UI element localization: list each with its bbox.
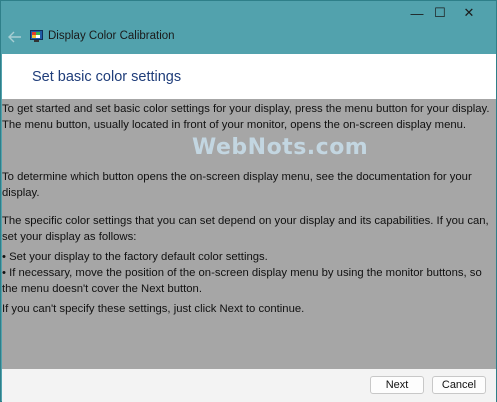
button-info-paragraph: To determine which button opens the on-s… bbox=[2, 171, 472, 199]
title-bar: — ☐ ✕ Display Color Calibration bbox=[1, 1, 496, 54]
watermark: WebNots.com bbox=[192, 135, 369, 160]
content-area: To get started and set basic color setti… bbox=[2, 99, 496, 369]
intro-paragraph: To get started and set basic color setti… bbox=[2, 103, 490, 131]
settings-paragraph: The specific color settings that you can… bbox=[2, 215, 489, 243]
back-arrow-icon[interactable] bbox=[6, 28, 24, 46]
close-button[interactable]: ✕ bbox=[446, 1, 492, 25]
close-icon: ✕ bbox=[463, 5, 475, 20]
window: — ☐ ✕ Display Color Calibration Set basi… bbox=[0, 0, 497, 402]
bullet-factory-default: • Set your display to the factory defaul… bbox=[2, 251, 268, 263]
display-color-calibration-icon bbox=[30, 30, 43, 43]
next-button[interactable]: Next bbox=[370, 376, 424, 394]
footer: Next Cancel bbox=[2, 369, 496, 402]
page-title: Set basic color settings bbox=[32, 69, 182, 85]
maximize-icon: ☐ bbox=[434, 5, 446, 20]
header-panel: Set basic color settings bbox=[2, 54, 496, 99]
window-title: Display Color Calibration bbox=[48, 30, 175, 42]
bullet-move-menu: • If necessary, move the position of the… bbox=[2, 267, 482, 295]
skip-paragraph: If you can't specify these settings, jus… bbox=[2, 303, 305, 315]
cancel-button[interactable]: Cancel bbox=[432, 376, 486, 394]
